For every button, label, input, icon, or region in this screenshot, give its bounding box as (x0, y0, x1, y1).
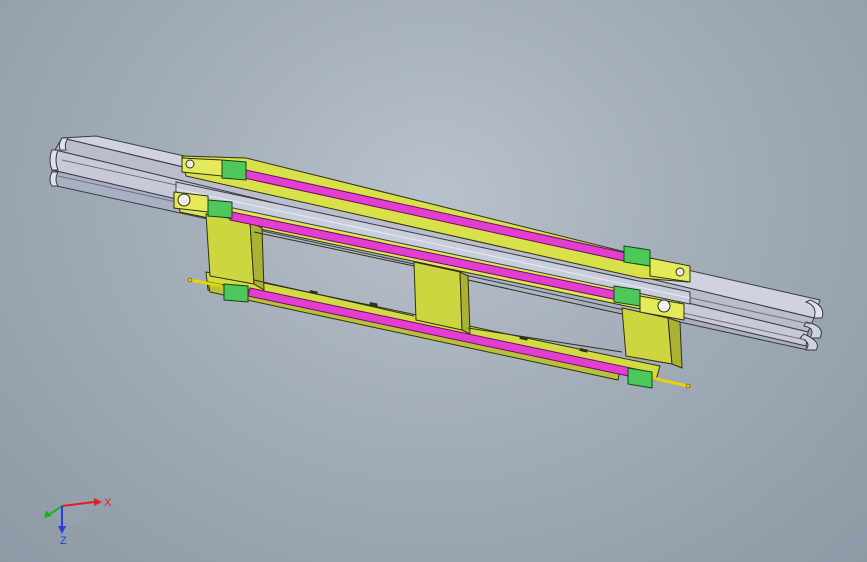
graphics-viewport[interactable]: X Z (0, 0, 867, 562)
triad-icon: X Z (44, 497, 112, 547)
assembly-model[interactable] (0, 0, 867, 562)
orientation-triad: X Z (30, 480, 120, 550)
x-axis-label: X (104, 497, 112, 509)
carriage-frame[interactable] (175, 155, 691, 381)
z-axis-label: Z (60, 535, 67, 547)
